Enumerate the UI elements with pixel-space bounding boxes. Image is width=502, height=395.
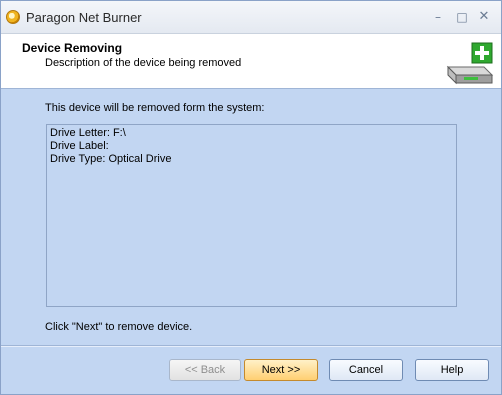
wizard-window: Paragon Net Burner – □ ✕ Device Removing… bbox=[0, 0, 502, 395]
maximize-button[interactable]: □ bbox=[455, 10, 469, 24]
minimize-button[interactable]: – bbox=[431, 10, 445, 24]
window-title: Paragon Net Burner bbox=[26, 10, 142, 25]
help-button[interactable]: Help bbox=[415, 359, 489, 381]
close-button[interactable]: ✕ bbox=[477, 10, 491, 24]
wizard-header: Device Removing Description of the devic… bbox=[1, 34, 501, 89]
divider bbox=[1, 345, 501, 347]
instruction-text: Click "Next" to remove device. bbox=[45, 321, 193, 333]
intro-text: This device will be removed form the sys… bbox=[45, 102, 265, 114]
page-description: Description of the device being removed bbox=[45, 57, 242, 69]
drive-add-icon bbox=[446, 42, 494, 85]
page-title: Device Removing bbox=[22, 41, 123, 55]
back-button[interactable]: << Back bbox=[169, 359, 241, 381]
cancel-button[interactable]: Cancel bbox=[329, 359, 403, 381]
next-button[interactable]: Next >> bbox=[244, 359, 318, 381]
drive-type-line: Drive Type: Optical Drive bbox=[50, 153, 172, 165]
drive-letter-line: Drive Letter: F:\ bbox=[50, 127, 126, 139]
drive-label-line: Drive Label: bbox=[50, 140, 109, 152]
app-logo-icon bbox=[6, 10, 20, 24]
device-info-box[interactable]: Drive Letter: F:\ Drive Label: Drive Typ… bbox=[46, 124, 457, 307]
title-bar: Paragon Net Burner – □ ✕ bbox=[1, 1, 501, 34]
